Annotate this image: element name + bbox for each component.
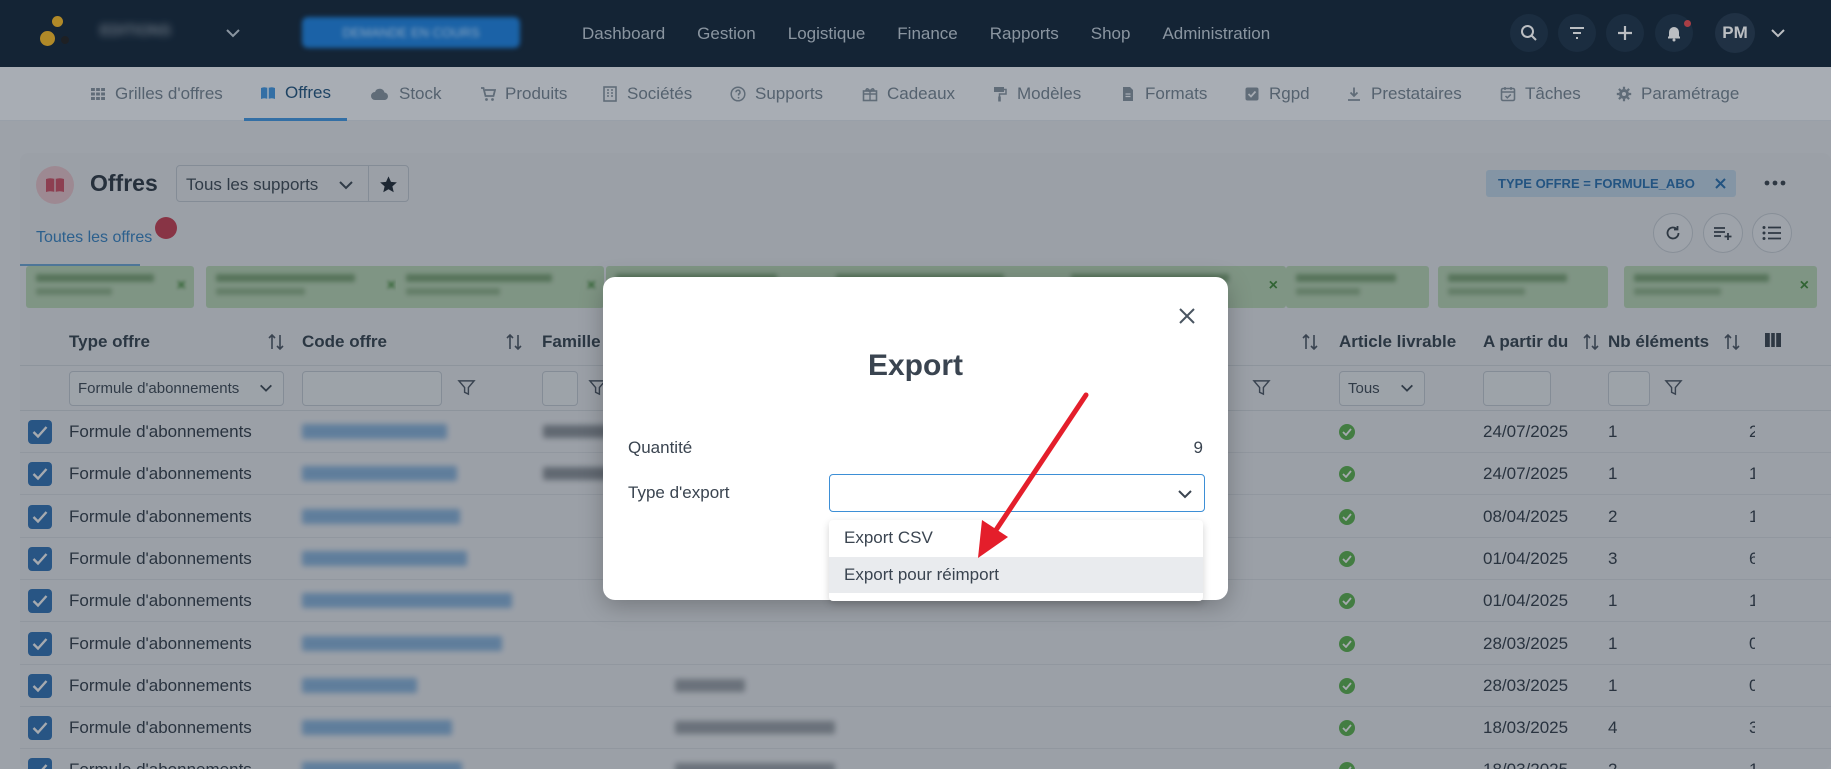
export-type-select[interactable] [829,474,1205,512]
chevron-down-icon [1178,490,1192,499]
modal-title: Export [867,349,963,382]
quantity-label: Quantité [628,438,693,457]
export-type-label: Type d'export [628,483,730,502]
option-export-reimport[interactable]: Export pour réimport [829,557,1203,593]
export-type-dropdown: Export CSV Export pour réimport [829,520,1203,601]
option-export-csv[interactable]: Export CSV [829,520,1203,556]
quantity-value: 9 [1193,438,1203,457]
close-icon[interactable] [1177,306,1197,326]
